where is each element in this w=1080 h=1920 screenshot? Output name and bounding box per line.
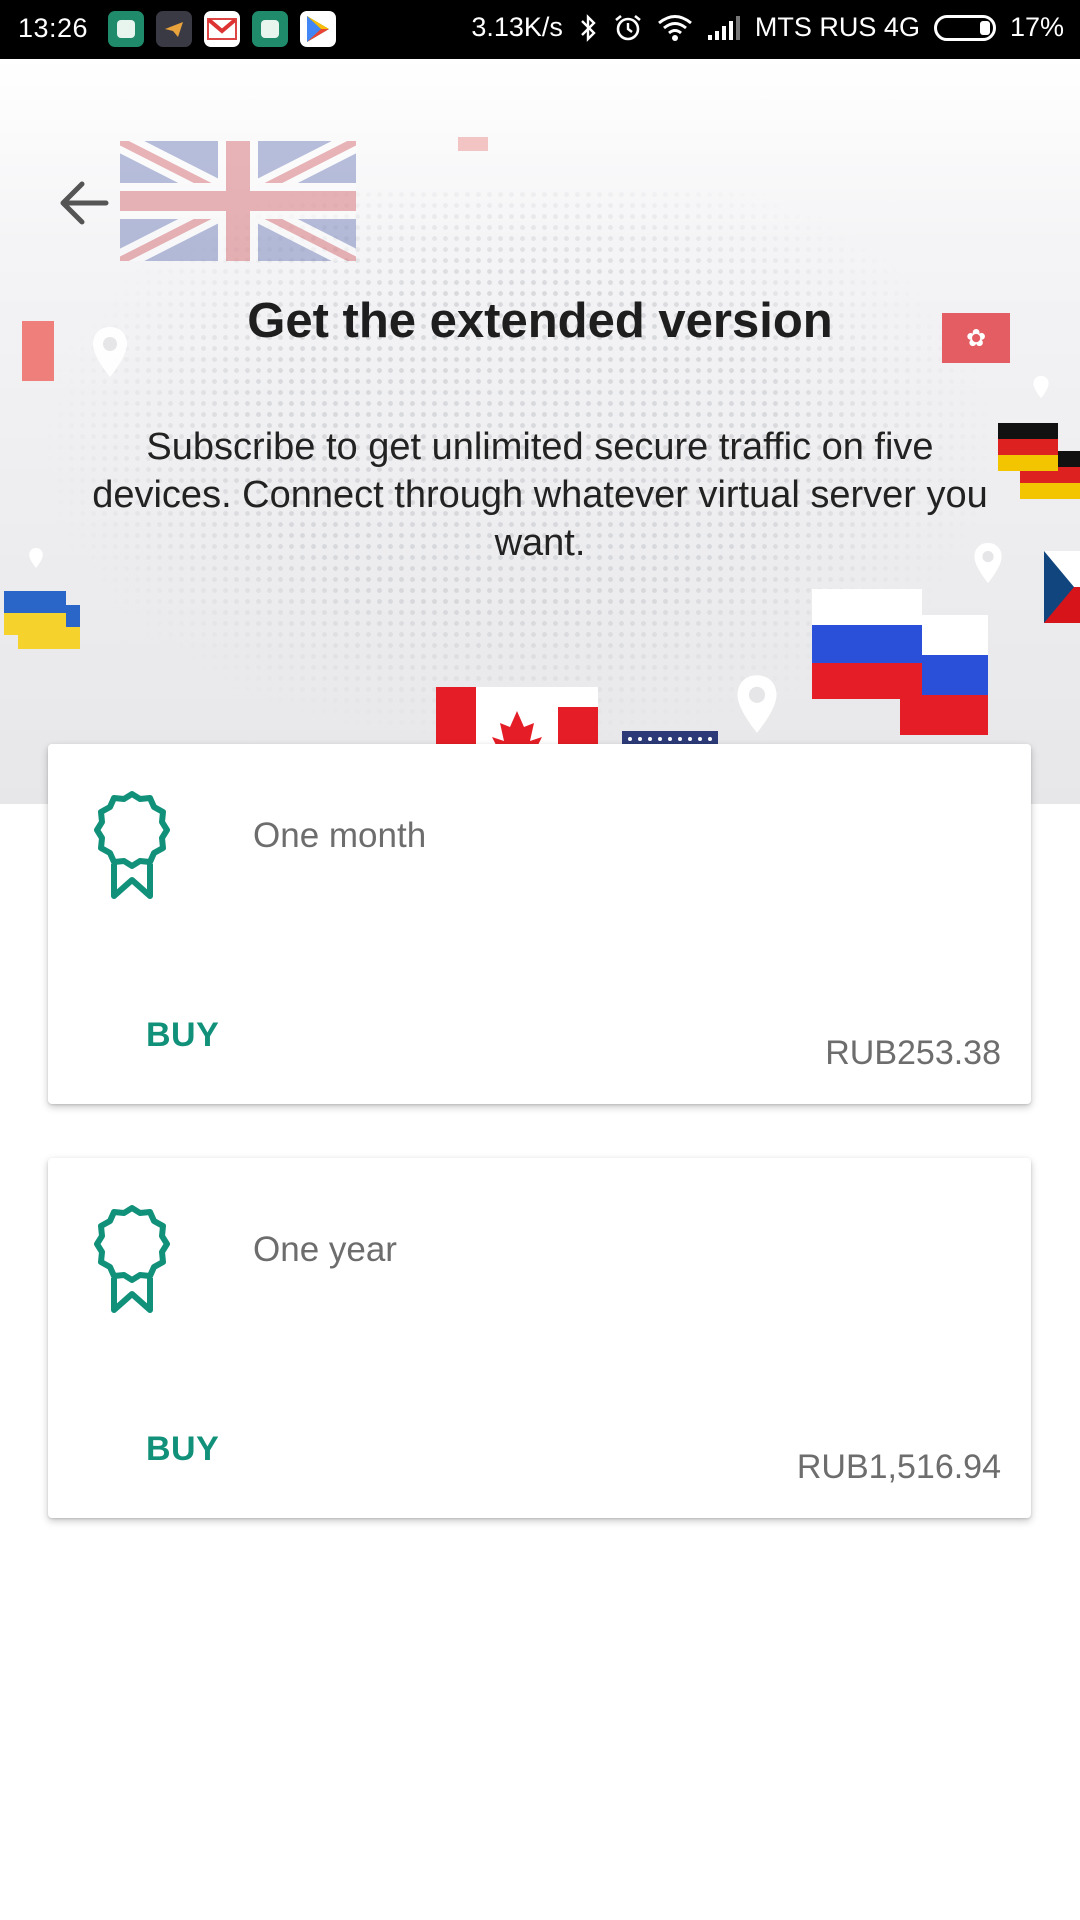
germany-flag-icon [998,423,1080,499]
bluetooth-icon [581,13,596,42]
back-button[interactable] [52,171,116,235]
award-ribbon-icon [94,791,170,899]
arrow-back-icon [60,181,109,225]
status-time: 13:26 [18,13,89,43]
buy-month-button[interactable]: BUY [146,1016,219,1055]
plan-name: One month [253,816,427,855]
award-ribbon-icon [94,1205,170,1313]
vpn-app-icon [252,11,288,47]
ukraine-flag-icon [4,591,80,649]
page-title: Get the extended version [247,294,833,348]
uk-flag-icon [120,141,356,261]
wifi-icon [657,14,692,41]
telegram-icon [156,11,192,47]
signal-icon [707,15,740,40]
alarm-icon [615,14,641,40]
czech-flag-icon [1044,551,1080,623]
buy-year-button[interactable]: BUY [146,1430,219,1469]
network-speed: 3.13K/s [471,12,563,42]
plan-name: One year [253,1230,397,1269]
map-pin-icon [1033,375,1049,399]
plan-card-month: One month BUY RUB253.38 [48,744,1031,1104]
plan-card-year: One year BUY RUB1,516.94 [48,1158,1031,1518]
status-bar: 13:26 3.13K/s MTS RUS 4G 17% [0,0,1080,59]
russia-flag-icon [812,589,988,735]
status-indicators: 3.13K/s MTS RUS 4G 17% [471,12,1064,43]
map-pin-icon [737,675,777,733]
plan-price: RUB1,516.94 [796,1448,1001,1486]
battery-percent: 17% [1009,12,1064,42]
vpn-app-icon [108,11,144,47]
map-pin-icon [29,548,43,568]
page-subtitle: Subscribe to get unlimited secure traffi… [92,426,988,564]
gmail-icon [204,11,240,47]
battery-icon [933,14,996,41]
carrier-label: MTS RUS 4G [754,12,920,42]
hero-banner: ✿ Get the extended version Subscribe to … [0,59,1080,804]
flag-fragment-icon [458,137,488,151]
plan-price: RUB253.38 [825,1034,1001,1072]
play-store-icon [300,11,336,47]
notification-icons [108,11,336,47]
